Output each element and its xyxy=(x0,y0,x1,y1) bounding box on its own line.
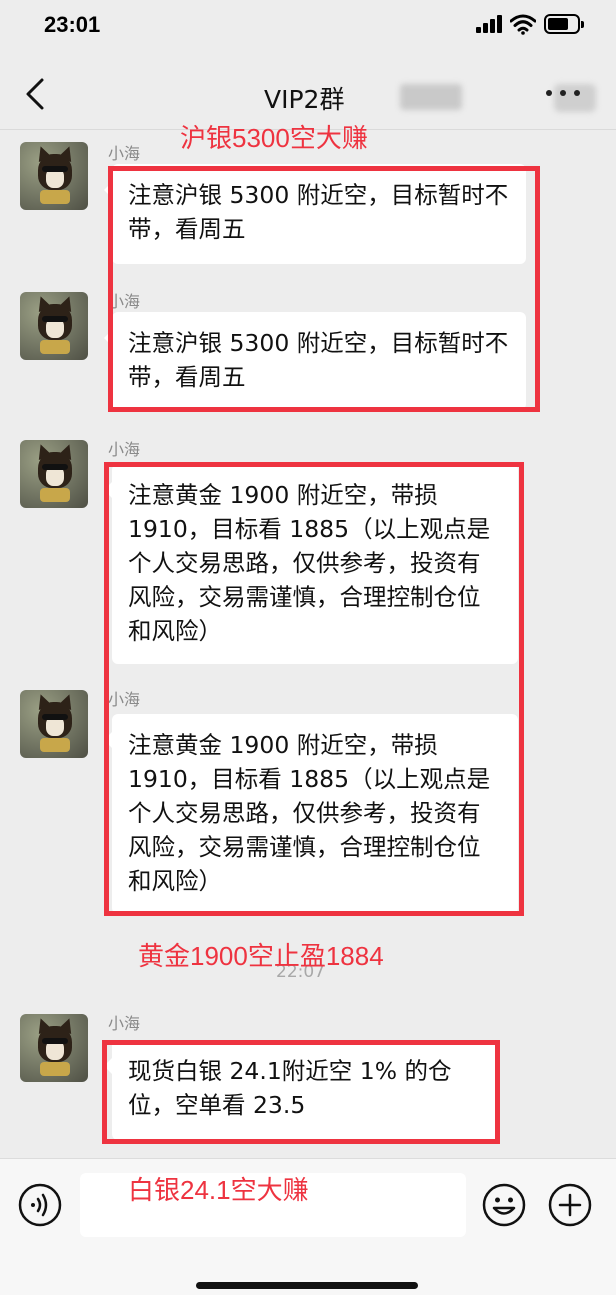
sender-name: 小海 xyxy=(108,1014,141,1033)
sender-avatar[interactable] xyxy=(20,1014,88,1082)
back-arrow-icon[interactable] xyxy=(22,76,50,112)
home-indicator[interactable] xyxy=(196,1282,418,1289)
status-bar: 23:01 xyxy=(0,0,616,52)
sender-name: 小海 xyxy=(108,144,141,163)
message-text: 注意黄金 1900 附近空，带损 1910，目标看 1885（以上观点是个人交易… xyxy=(128,481,491,645)
redacted-blur xyxy=(400,84,462,110)
more-options-icon[interactable] xyxy=(546,90,580,100)
sender-avatar[interactable] xyxy=(20,142,88,210)
sender-avatar[interactable] xyxy=(20,440,88,508)
voice-input-icon[interactable] xyxy=(18,1183,62,1227)
message-bubble[interactable]: 注意沪银 5300 附近空，目标暂时不带，看周五 xyxy=(104,164,526,264)
emoji-icon[interactable] xyxy=(482,1183,526,1227)
message-text: 注意沪银 5300 附近空，目标暂时不带，看周五 xyxy=(128,329,509,391)
sender-avatar[interactable] xyxy=(20,292,88,360)
cellular-signal-icon xyxy=(476,15,502,33)
sender-name: 小海 xyxy=(108,690,141,709)
spot-silver-profit-note: 白银24.1空大赚 xyxy=(128,1175,309,1205)
wifi-icon xyxy=(510,14,536,35)
silver-profit-note: 沪银5300空大赚 xyxy=(180,123,368,153)
message-bubble[interactable]: 注意黄金 1900 附近空，带损 1910，目标看 1885（以上观点是个人交易… xyxy=(104,714,518,914)
message-bubble[interactable]: 注意沪银 5300 附近空，目标暂时不带，看周五 xyxy=(104,312,526,410)
message-bubble[interactable]: 现货白银 24.1附近空 1% 的仓位，空单看 23.5 xyxy=(104,1040,498,1140)
message-bubble[interactable]: 注意黄金 1900 附近空，带损 1910，目标看 1885（以上观点是个人交易… xyxy=(104,464,518,664)
sender-name: 小海 xyxy=(108,440,141,459)
message-text: 注意沪银 5300 附近空，目标暂时不带，看周五 xyxy=(128,181,509,243)
sender-avatar[interactable] xyxy=(20,690,88,758)
status-time: 23:01 xyxy=(44,12,101,37)
plus-icon[interactable] xyxy=(548,1183,592,1227)
battery-icon xyxy=(544,14,584,34)
chat-title: VIP2群 xyxy=(200,80,596,114)
message-text: 注意黄金 1900 附近空，带损 1910，目标看 1885（以上观点是个人交易… xyxy=(128,731,491,895)
message-text: 现货白银 24.1附近空 1% 的仓位，空单看 23.5 xyxy=(128,1057,452,1119)
chat-title-text: VIP2群 xyxy=(264,85,345,114)
sender-name: 小海 xyxy=(108,292,141,311)
gold-profit-note: 黄金1900空止盈1884 xyxy=(138,941,384,971)
